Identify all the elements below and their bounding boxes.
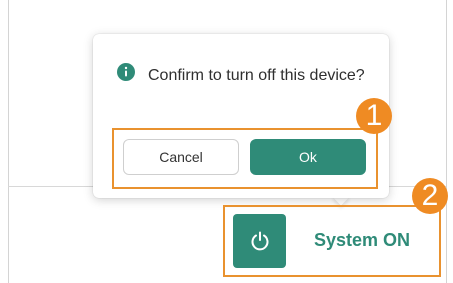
frame-border-left — [8, 0, 9, 283]
highlight-dialog-buttons — [112, 128, 378, 189]
frame-border-right — [446, 0, 447, 283]
confirm-message: Confirm to turn off this device? — [148, 67, 365, 84]
info-icon — [117, 63, 135, 81]
step-badge-2: 2 — [412, 178, 448, 214]
step-badge-1: 1 — [356, 98, 392, 134]
system-status-label: System ON — [314, 230, 411, 250]
power-icon — [251, 231, 268, 251]
power-button[interactable] — [233, 214, 286, 268]
